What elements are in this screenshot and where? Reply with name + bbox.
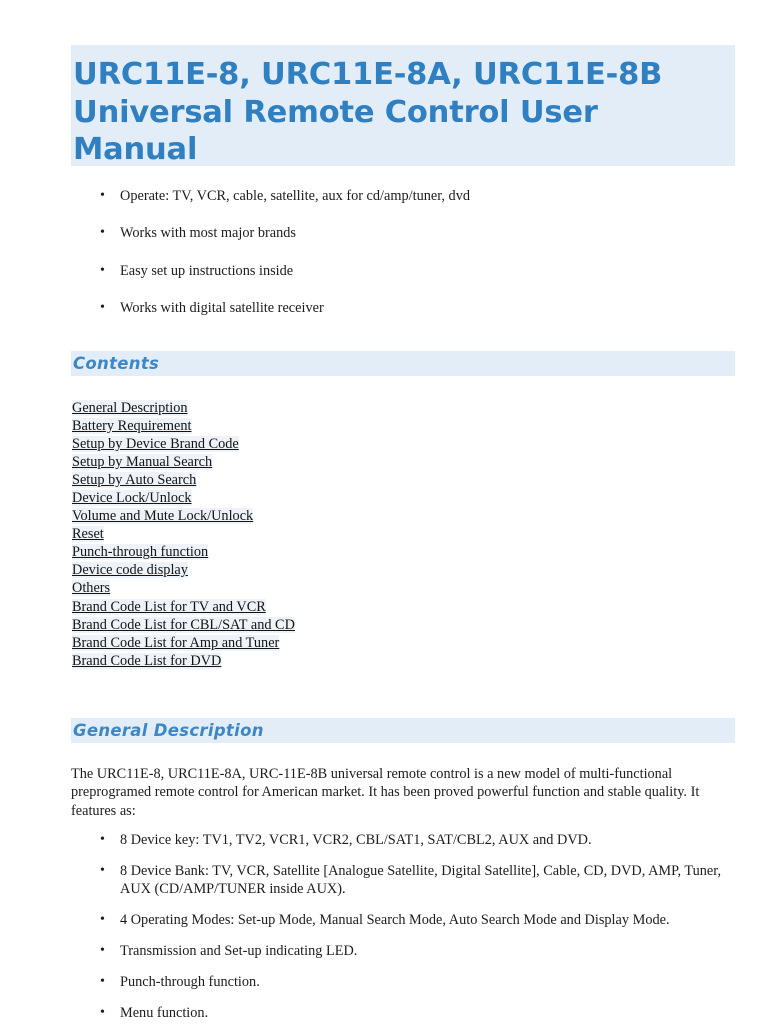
contents-heading-band: [71, 351, 735, 376]
toc-link-battery-requirement[interactable]: Battery Requirement: [72, 418, 192, 435]
toc-link-brand-code-list-tv-vcr[interactable]: Brand Code List for TV and VCR: [72, 598, 266, 615]
table-of-contents: General Description Battery Requirement …: [72, 399, 572, 670]
toc-link-device-code-display[interactable]: Device code display: [72, 562, 188, 579]
list-item: Reset: [72, 525, 572, 543]
list-item: Brand Code List for CBL/SAT and CD: [72, 616, 572, 634]
list-item: Operate: TV, VCR, cable, satellite, aux …: [100, 187, 720, 205]
toc-link-volume-and-mute-lock-unlock[interactable]: Volume and Mute Lock/Unlock: [72, 508, 254, 525]
list-item: Easy set up instructions inside: [100, 262, 720, 280]
toc-link-reset[interactable]: Reset: [72, 526, 104, 543]
list-item: Setup by Device Brand Code: [72, 435, 572, 453]
contents-heading: Contents: [73, 354, 160, 373]
general-description-feature-list: 8 Device key: TV1, TV2, VCR1, VCR2, CBL/…: [100, 831, 740, 1035]
general-description-heading: General Description: [73, 721, 264, 740]
page-title: URC11E-8, URC11E-8A, URC11E-8B Universal…: [73, 57, 663, 167]
toc-link-brand-code-list-amp-tuner[interactable]: Brand Code List for Amp and Tuner: [72, 634, 280, 651]
toc-link-setup-by-auto-search[interactable]: Setup by Auto Search: [72, 472, 197, 489]
document-page: URC11E-8, URC11E-8A, URC11E-8B Universal…: [0, 0, 768, 1024]
list-item: Brand Code List for DVD: [72, 652, 572, 670]
list-item: Menu function.: [100, 1004, 740, 1023]
toc-link-setup-by-device-brand-code[interactable]: Setup by Device Brand Code: [72, 436, 239, 453]
toc-link-others[interactable]: Others: [72, 580, 111, 597]
list-item: Works with digital satellite receiver: [100, 299, 720, 317]
list-item: Punch-through function.: [100, 973, 740, 992]
toc-link-setup-by-manual-search[interactable]: Setup by Manual Search: [72, 454, 213, 471]
toc-link-general-description[interactable]: General Description: [72, 400, 188, 416]
list-item: Brand Code List for Amp and Tuner: [72, 634, 572, 652]
list-item: Punch-through function: [72, 543, 572, 561]
list-item: Battery Requirement: [72, 417, 572, 435]
list-item: Brand Code List for TV and VCR: [72, 598, 572, 616]
list-item: Device code display: [72, 561, 572, 579]
list-item: General Description: [72, 399, 572, 417]
toc-link-brand-code-list-cbl-sat-cd[interactable]: Brand Code List for CBL/SAT and CD: [72, 616, 295, 633]
list-item: 4 Operating Modes: Set-up Mode, Manual S…: [100, 911, 740, 930]
toc-link-punch-through-function[interactable]: Punch-through function: [72, 544, 209, 561]
list-item: Setup by Manual Search: [72, 453, 572, 471]
list-item: 8 Device key: TV1, TV2, VCR1, VCR2, CBL/…: [100, 831, 740, 850]
list-item: Transmission and Set-up indicating LED.: [100, 942, 740, 961]
general-description-paragraph: The URC11E-8, URC11E-8A, URC-11E-8B univ…: [71, 766, 700, 819]
list-item: 8 Device Bank: TV, VCR, Satellite [Analo…: [100, 862, 740, 899]
list-item: Works with most major brands: [100, 224, 720, 242]
list-item: Device Lock/Unlock: [72, 489, 572, 507]
feature-highlights-list: Operate: TV, VCR, cable, satellite, aux …: [100, 187, 720, 338]
toc-link-device-lock-unlock[interactable]: Device Lock/Unlock: [72, 490, 192, 507]
list-item: Others: [72, 579, 572, 597]
list-item: Volume and Mute Lock/Unlock: [72, 507, 572, 525]
list-item: Setup by Auto Search: [72, 471, 572, 489]
toc-link-brand-code-list-dvd[interactable]: Brand Code List for DVD: [72, 652, 222, 669]
